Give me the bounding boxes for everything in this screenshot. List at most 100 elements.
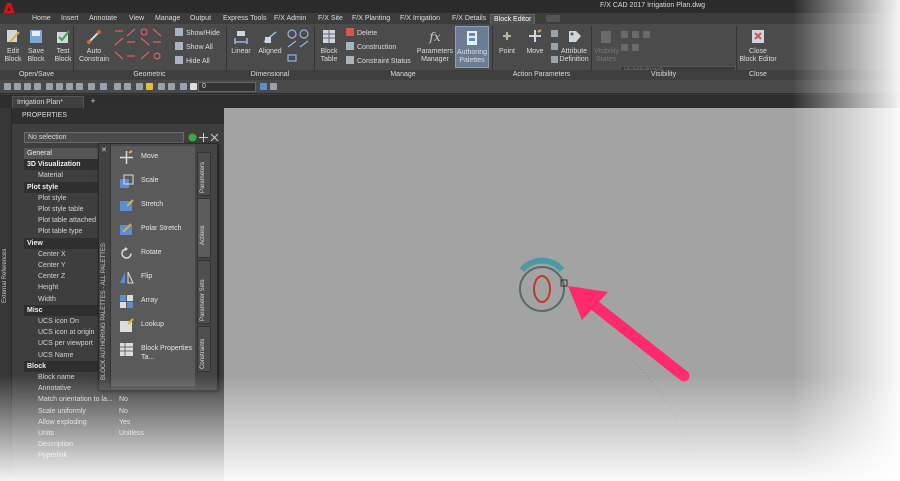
action-polar-stretch[interactable]: Polar Stretch	[119, 220, 199, 240]
panel-dimensional[interactable]: Dimensional	[226, 70, 314, 80]
parameters-manager-button[interactable]: fx Parameters Manager	[416, 28, 454, 64]
lightbulb-icon[interactable]	[146, 83, 153, 90]
redo-icon[interactable]	[100, 83, 107, 90]
sprinkler-block-zero[interactable]	[533, 275, 551, 303]
action-rotate[interactable]: Rotate	[119, 244, 199, 264]
toolbar-icon[interactable]	[114, 83, 121, 90]
select-objects-icon[interactable]	[199, 133, 208, 142]
tab-output[interactable]: Output	[190, 14, 211, 24]
action-flip[interactable]: Flip	[119, 268, 199, 288]
block-table-button[interactable]: Block Table	[317, 28, 341, 64]
action-block-properties-table[interactable]: Block Properties Ta...	[119, 340, 199, 366]
tab-insert[interactable]: Insert	[61, 14, 79, 24]
drawing-canvas[interactable]	[224, 108, 900, 481]
undo-icon[interactable]	[88, 83, 95, 90]
constraint-status-button[interactable]: Constraint Status	[346, 56, 411, 66]
tab-annotate[interactable]: Annotate	[89, 14, 117, 24]
selection-dropdown[interactable]: No selection	[24, 132, 184, 143]
property-row[interactable]: Scale uniformly No	[24, 406, 214, 417]
tab-block-editor[interactable]: Block Editor	[490, 14, 536, 24]
panel-visibility[interactable]: Visibility	[591, 70, 736, 80]
toolbar-icon[interactable]	[124, 83, 131, 90]
aligned-button[interactable]: Aligned	[257, 28, 283, 56]
panel-manage[interactable]: Manage	[314, 70, 492, 80]
dimensional-small-icons[interactable]	[286, 29, 312, 65]
ribbon-minimize-toggle[interactable]	[546, 15, 560, 22]
property-name: UCS per viewport	[38, 340, 93, 348]
action-rotate-label: Rotate	[141, 249, 162, 256]
show-all-button[interactable]: Show All	[175, 42, 213, 52]
panel-open-save[interactable]: Open/Save	[0, 70, 73, 80]
auto-constrain-button[interactable]: Auto Constrain	[78, 28, 110, 64]
action-lookup[interactable]: Lookup	[119, 316, 199, 336]
layer-dropdown[interactable]: 0	[198, 82, 256, 92]
sprinkler-block-circle[interactable]	[519, 266, 565, 312]
tab-view[interactable]: View	[129, 14, 144, 24]
toolbar-icon[interactable]	[34, 83, 41, 90]
show-hide-button[interactable]: Show/Hide	[175, 28, 220, 38]
tab-fx-irrigation[interactable]: F/X Irrigation	[400, 14, 440, 24]
tab-irrigation-plan[interactable]: Irrigation Plan*	[12, 96, 84, 108]
toolbar-icon[interactable]	[66, 83, 73, 90]
tab-irrigation-plan-label: Irrigation Plan*	[17, 99, 63, 106]
panel-action-parameters[interactable]: Action Parameters	[492, 70, 591, 80]
construction-button[interactable]: Construction	[346, 42, 396, 52]
tab-parameters[interactable]: Parameters	[197, 152, 211, 196]
tab-express-tools[interactable]: Express Tools	[223, 14, 266, 24]
visibility-states-button[interactable]: Visibility States	[594, 28, 619, 64]
save-block-button[interactable]: Save Block	[25, 28, 47, 64]
attribute-definition-button[interactable]: Attribute Definition	[557, 28, 591, 64]
action-scale[interactable]: Scale	[119, 172, 199, 192]
move-action-button[interactable]: Move	[523, 28, 547, 56]
tab-manage[interactable]: Manage	[155, 14, 180, 24]
make-current-icon[interactable]	[260, 83, 267, 90]
panel-geometric[interactable]: Geometric	[73, 70, 226, 80]
property-row[interactable]: Allow exploding Yes	[24, 417, 214, 428]
toolbar-icon[interactable]	[76, 83, 83, 90]
linear-button[interactable]: Linear	[229, 28, 253, 56]
property-row[interactable]: Hyperlink	[24, 450, 214, 461]
property-row[interactable]: Match orientation to la... No	[24, 394, 214, 405]
toggle-pickadd-icon[interactable]	[188, 133, 197, 142]
tag-icon	[569, 31, 581, 42]
point-button[interactable]: Point	[495, 28, 519, 56]
tab-fx-site[interactable]: F/X Site	[318, 14, 343, 24]
toolbar-icon[interactable]	[136, 83, 143, 90]
toolbar-icon[interactable]	[24, 83, 31, 90]
new-tab-button[interactable]: +	[88, 96, 98, 107]
toolbar-icon[interactable]	[46, 83, 53, 90]
panel-close[interactable]: Close	[736, 70, 780, 80]
test-block-button[interactable]: Test Block	[51, 28, 75, 64]
authoring-palettes-button[interactable]: Authoring Palettes	[455, 26, 489, 68]
property-row[interactable]: Description	[24, 439, 214, 450]
tab-constraints[interactable]: Constraints	[197, 326, 211, 372]
tab-home[interactable]: Home	[32, 14, 51, 24]
hide-all-button[interactable]: Hide All	[175, 56, 210, 66]
action-move[interactable]: Move	[119, 148, 199, 168]
tab-parameter-sets[interactable]: Parameter Sets	[197, 260, 211, 324]
action-array[interactable]: Array	[119, 292, 199, 312]
close-icon[interactable]: ✕	[101, 146, 107, 154]
tab-fx-admin[interactable]: F/X Admin	[274, 14, 306, 24]
quick-select-icon[interactable]	[210, 133, 219, 142]
toolbar-icon[interactable]	[180, 83, 187, 90]
toolbar-icon[interactable]	[56, 83, 63, 90]
tab-fx-details[interactable]: F/X Details	[452, 14, 486, 24]
tab-fx-planting[interactable]: F/X Planting	[352, 14, 390, 24]
layer-color-icon[interactable]	[190, 83, 197, 90]
close-block-editor-button[interactable]: Close Block Editor	[738, 28, 778, 64]
toolbar-icon[interactable]	[168, 83, 175, 90]
delete-button[interactable]: Delete	[346, 28, 377, 38]
edit-block-button[interactable]: Edit Block	[2, 28, 24, 64]
toolbar-icon[interactable]	[14, 83, 21, 90]
toolbar-icon[interactable]	[4, 83, 11, 90]
toolbar-icon[interactable]	[270, 83, 277, 90]
action-stretch[interactable]: Stretch	[119, 196, 199, 216]
geometric-constraint-icons[interactable]	[113, 28, 165, 66]
external-references-strip[interactable]: External References	[0, 108, 12, 481]
property-row[interactable]: Units Unitless	[24, 428, 214, 439]
visibility-small-icons[interactable]	[620, 30, 660, 60]
toolbar-icon[interactable]	[158, 83, 165, 90]
palette-title-strip[interactable]: BLOCK AUTHORING PALETTES - ALL PALETTES …	[99, 144, 111, 390]
tab-actions[interactable]: Actions	[197, 198, 211, 258]
